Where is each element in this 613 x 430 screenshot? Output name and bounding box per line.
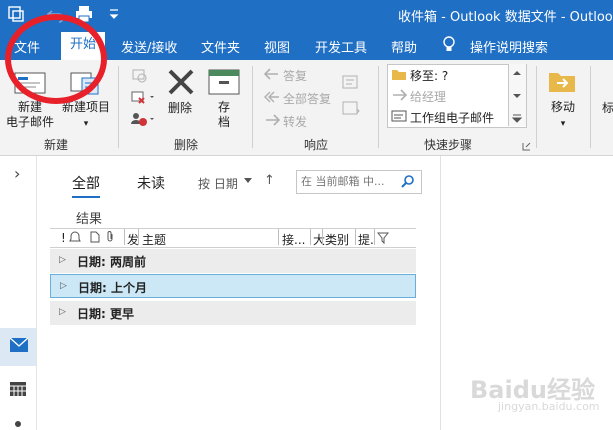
expand-group-icon[interactable]: ▷ [59,255,66,265]
send-receive-icon[interactable] [6,4,26,24]
delete-icon [168,69,194,95]
item-type-column-icon[interactable] [90,231,100,243]
sort-by-date-dropdown[interactable]: 按 日期 [198,175,238,192]
date-group-row[interactable]: ▷ 日期: 两周前 [50,249,416,273]
red-annotation-circle [5,14,107,104]
meeting-icon[interactable] [342,74,360,90]
tab-developer[interactable]: 开发工具 [315,37,367,56]
ribbon-separator [536,66,537,148]
column-separator[interactable] [278,229,279,245]
new-item-button[interactable]: 新建项目 ▾ [58,100,114,132]
column-separator[interactable] [138,229,139,245]
new-email-label-line1: 新建 [17,100,42,114]
results-label: 结果 [76,212,103,227]
column-separator[interactable] [322,229,323,245]
column-separator[interactable] [124,229,125,245]
ribbon-separator [590,66,591,148]
sort-dropdown-icon[interactable] [244,178,252,184]
column-category[interactable]: 类别 [325,231,349,248]
window-title: 收件箱 - Outlook 数据文件 - Outlook [398,10,613,25]
expand-folder-pane-icon[interactable]: › [14,164,20,183]
column-subject[interactable]: 主题 [142,231,166,248]
ignore-icon[interactable] [130,66,148,84]
watermark-url: jingyan.baidu.com [498,400,600,413]
group-header-label: 日期: 两周前 [77,255,146,269]
tab-send-receive[interactable]: 发送/接收 [121,37,177,56]
column-separator[interactable] [355,229,356,245]
group-header-label: 日期: 上个月 [78,281,147,295]
new-email-label-line2: 电子邮件 [5,115,54,129]
reply-all-button[interactable]: 全部答复 [283,90,331,107]
tab-folder[interactable]: 文件夹 [201,37,240,56]
column-importance[interactable]: ! [61,231,66,245]
date-group-row-selected[interactable]: ▷ 日期: 上个月 [50,274,416,298]
customize-icon[interactable] [104,4,124,24]
archive-button[interactable]: 存 档 [214,100,234,130]
expand-group-icon[interactable]: ▷ [59,307,66,317]
cleanup-icon[interactable] [130,88,158,106]
reply-icon [264,68,278,80]
more-respond-icon[interactable] [342,100,360,116]
mail-icon [10,338,28,352]
title-bar: 收件箱 - Outlook 数据文件 - Outlook [0,0,613,28]
move-button[interactable]: 移动 ▾ [546,100,580,132]
tab-view[interactable]: 视图 [264,37,290,56]
scroll-down-icon[interactable] [512,92,522,100]
column-flag[interactable]: 提. [358,231,374,248]
calendar-icon[interactable] [10,382,26,396]
date-group-row[interactable]: ▷ 日期: 更早 [50,301,416,325]
attachment-column-icon[interactable] [105,231,115,243]
move-to-folder-icon [392,70,406,80]
column-separator[interactable] [310,229,311,245]
team-email-icon [391,110,407,122]
quick-step-move-to[interactable]: 移至: ? [410,67,448,84]
group-label-respond: 响应 [304,138,329,152]
search-box[interactable] [296,170,422,194]
tab-help[interactable]: 帮助 [391,37,417,56]
ribbon-separator [252,66,253,148]
move-label: 移动 [550,100,575,114]
filter-all-tab[interactable]: 全部 [72,173,100,198]
reply-all-icon [264,91,279,103]
reading-pane-divider[interactable] [440,156,441,430]
column-separator[interactable] [374,229,375,245]
group-label-quick-steps: 快速步骤 [424,138,473,152]
ribbon-separator [378,66,379,148]
group-label-delete: 删除 [174,138,199,152]
gallery-more-icon[interactable] [512,113,522,123]
lightbulb-icon [443,36,455,51]
ribbon-separator [118,66,119,148]
archive-label-line1: 存 [217,100,230,114]
forward-icon [266,114,280,126]
archive-label-line2: 档 [217,115,230,129]
move-folder-icon [549,73,575,92]
junk-icon[interactable] [130,110,158,128]
group-label-new: 新建 [44,138,69,152]
delete-button[interactable]: 删除 [168,101,192,116]
quick-step-to-manager[interactable]: 给经理 [410,88,446,105]
quick-step-team-email[interactable]: 工作组电子邮件 [410,109,494,126]
people-icon[interactable] [12,420,24,430]
column-received[interactable]: 接... [282,231,305,248]
search-input[interactable] [301,173,395,189]
column-size[interactable]: 大 [313,231,325,248]
sort-direction-arrow[interactable]: ↑ [264,173,275,188]
reply-button[interactable]: 答复 [283,67,307,84]
to-manager-icon [393,89,407,101]
filter-column-icon[interactable] [377,232,389,244]
tell-me-search[interactable]: 操作说明搜索 [470,37,548,56]
search-icon[interactable] [401,174,415,188]
reminder-column-icon[interactable] [69,231,81,243]
expand-group-icon[interactable]: ▷ [60,281,67,291]
archive-icon [208,69,240,95]
filter-unread-tab[interactable]: 未读 [137,173,165,193]
new-item-dropdown-icon: ▾ [83,119,89,129]
group-header-label: 日期: 更早 [77,307,134,321]
new-email-button[interactable]: 新建 电子邮件 [4,100,56,130]
forward-button[interactable]: 转发 [283,113,307,130]
scroll-up-icon[interactable] [512,69,522,77]
dialog-launcher-icon[interactable] [522,142,531,151]
move-dropdown-icon: ▾ [560,119,566,129]
tag-button-partial[interactable]: 标 [602,101,613,116]
